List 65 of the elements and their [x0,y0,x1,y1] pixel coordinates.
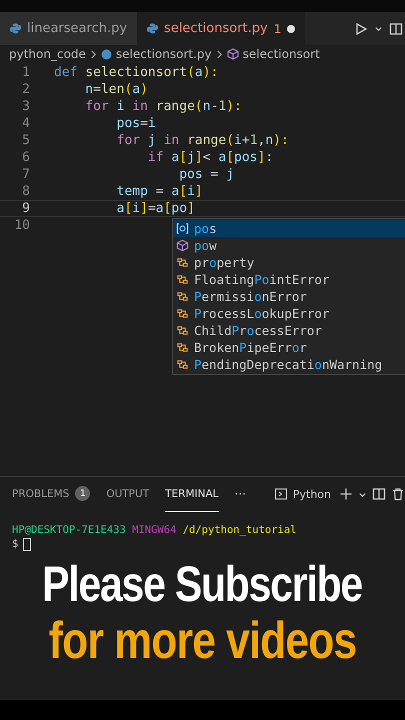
code-line: n=len(a) [84,82,148,97]
code-line: a[i]=a[po] [116,201,195,216]
split-editor-icon[interactable] [389,22,403,36]
code-line: if a[j]< a[pos]: [146,150,274,165]
suggestion-item[interactable]: ChildProcessError [173,322,405,339]
terminal-line: HP@DESKTOP-7E1E433 MINGW64 /d/python_tutorial [12,523,298,537]
cube-icon [226,48,239,60]
panel-tab[interactable]: PROBLEMS 1 [12,476,90,512]
run-icon[interactable] [354,22,368,36]
line-number: 7 [21,167,31,182]
line-number: 4 [21,116,31,131]
terminal-cursor [23,538,32,550]
panel-tab[interactable]: OUTPUT [106,476,150,512]
suggestion-item[interactable]: ProcessLookupError [173,305,405,322]
suggestion-item[interactable]: PendingDeprecationWarning [173,356,405,373]
breadcrumb-folder[interactable]: python_code [9,47,86,61]
plus-icon[interactable] [339,487,353,501]
code-line: def selectionsort(a): [54,65,218,80]
line-number: 5 [21,133,31,148]
cube-icon [176,239,189,252]
line-number: 9 [21,201,31,216]
suggestion-item[interactable]: PermissionError [173,288,405,305]
chevron-right-icon [90,50,97,58]
chevron-right-icon [216,50,223,58]
breadcrumb-file[interactable]: selectionsort.py [116,47,212,61]
code-line: pos=i [116,116,156,131]
suggestion-item[interactable]: property [173,254,405,271]
python-file-icon [147,23,158,34]
terminal-profile-label[interactable]: Python [292,488,331,500]
class-icon [176,256,189,269]
code-line: pos = j [178,167,234,182]
file-tab[interactable]: linearsearch.py [0,12,138,45]
line-number: 2 [21,82,31,97]
class-icon [176,290,189,303]
line-number: 10 [13,218,31,233]
line-number: 8 [21,184,31,199]
panel-tab[interactable]: TERMINAL [165,476,218,512]
variable-icon [176,222,189,235]
suggestion-item[interactable]: pow [173,237,405,254]
trash-icon[interactable] [391,487,405,501]
class-icon [176,273,189,286]
line-number: 1 [21,65,31,80]
line-number: 3 [21,99,31,114]
code-line: for i in range(n-1): [84,99,242,114]
code-line: temp = a[i] [116,184,203,199]
terminal-icon [274,487,288,501]
python-file-icon [10,23,21,34]
terminal-prompt: $ [12,537,18,551]
caption-title: Please Subscribe [42,555,362,613]
class-icon [176,358,189,371]
class-icon [176,341,189,354]
code-line: for j in range(i+1,n): [116,133,289,148]
line-number: 6 [21,150,31,165]
more-button[interactable]: ··· [234,487,246,501]
caption-subtitle: for more videos [48,613,356,669]
python-file-icon [100,48,112,60]
breadcrumb-symbol[interactable]: selectionsort [242,47,320,61]
suggestion-item[interactable]: BrokenPipeError [173,339,405,356]
split-terminal-icon[interactable] [372,487,386,501]
file-tab[interactable]: selectionsort.py 1 [137,12,306,45]
suggestion-item[interactable]: pos [173,220,405,237]
problem-count: 1 [274,22,282,36]
class-icon [176,307,189,320]
class-icon [176,324,189,337]
suggestion-item[interactable]: FloatingPointError [173,271,405,288]
